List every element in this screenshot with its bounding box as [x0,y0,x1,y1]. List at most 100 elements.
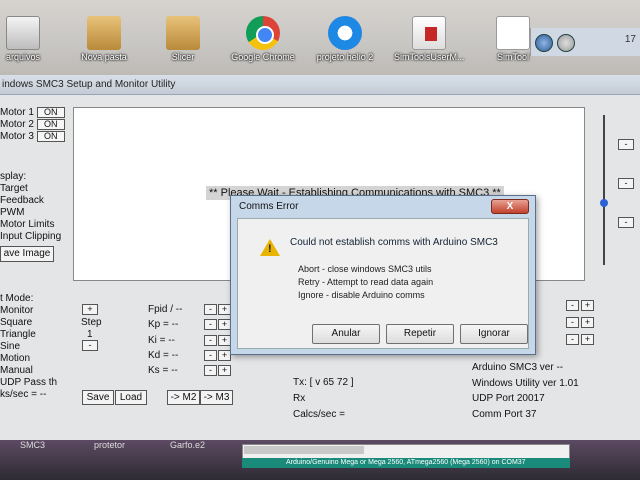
motor-row-3: Motor 3 ON [0,131,65,143]
back-arrow-icon[interactable] [535,34,553,52]
dialog-line-abort: Abort - close windows SMC3 utils [298,264,432,274]
desktop-icon-arquivos[interactable]: arquivos [0,16,58,62]
minus-button-mid[interactable]: - [618,178,634,189]
test-mode-list: t Mode: Monitor Square Triangle Sine Mot… [0,293,57,401]
desktop-icon-label: arquivos [5,52,41,62]
right-plus-button-1[interactable]: + [581,300,594,311]
nav-text: 17 [624,34,636,45]
ki-label: Ki = -- [148,335,175,346]
step-label: Step [81,317,102,328]
mode-manual[interactable]: Manual [0,365,57,377]
ks-plus-button[interactable]: + [218,365,231,376]
dialog-body: ! Could not establish comms with Arduino… [237,218,529,349]
load-button[interactable]: Load [115,390,147,405]
copy-to-m3-button[interactable]: -> M3 [200,390,233,405]
comm-port: Comm Port 37 [472,409,537,420]
desktop: arquivos Nova pasta Slicer Google Chrome… [0,0,640,75]
desktop-icon-label: Nova pasta [81,52,127,62]
bottom-label-smc3[interactable]: SMC3 [20,440,45,450]
right-plus-button-3[interactable]: + [581,334,594,345]
ignore-button[interactable]: Ignorar [460,324,528,344]
mode-udp[interactable]: UDP Pass th [0,377,57,389]
desktop-icon-nova-pasta[interactable]: Nova pasta [69,16,139,62]
pdf-icon [412,16,446,50]
forward-arrow-icon[interactable] [557,34,575,52]
desktop-icon-slicer[interactable]: Slicer [148,16,218,62]
display-options: splay: Target Feedback PWM Motor Limits … [0,171,61,243]
warning-exclamation-icon: ! [268,243,272,255]
right-minus-button-2[interactable]: - [566,317,579,328]
bottom-label-garfo[interactable]: Garfo.e2 [170,440,205,450]
mode-square[interactable]: Square [0,317,57,329]
save-image-button[interactable]: ave Image [0,246,54,262]
motor-2-toggle[interactable]: ON [36,119,65,130]
folder-icon [6,16,40,50]
abort-button[interactable]: Anular [312,324,380,344]
console-scrollbar[interactable] [244,446,364,454]
right-minus-button-3[interactable]: - [566,334,579,345]
right-minus-button-1[interactable]: - [566,300,579,311]
ks-label: Ks = -- [148,365,178,376]
desktop-icon-projeto[interactable]: projeto helio 2 [310,16,380,62]
udp-port: UDP Port 20017 [472,393,545,404]
motor-1-toggle[interactable]: ON [36,107,65,118]
minus-button-low[interactable]: - [618,217,634,228]
rx-readout: Rx [293,393,306,404]
option-feedback[interactable]: Feedback [0,195,61,207]
dialog-line-retry: Retry - Attempt to read data again [298,277,434,287]
fpid-label: Fpid / -- [148,304,183,315]
kd-minus-button[interactable]: - [204,350,217,361]
mode-sine[interactable]: Sine [0,341,57,353]
dialog-close-button[interactable]: X [491,199,529,214]
folder-icon [87,16,121,50]
kp-minus-button[interactable]: - [204,319,217,330]
desktop-icon-label: Slicer [171,52,195,62]
step-plus-button[interactable]: + [82,304,98,315]
kms-readout: ks/sec = -- [0,389,47,400]
motor-label: Motor 1 [0,107,34,118]
right-plus-button-2[interactable]: + [581,317,594,328]
mode-motion[interactable]: Motion [0,353,57,365]
ks-minus-button[interactable]: - [204,365,217,376]
fpid-minus-button[interactable]: - [204,304,217,315]
motor-row-2: Motor 2 ON [0,119,65,131]
explorer-nav-bar: 17 [530,28,640,56]
desktop-icon-label: Google Chrome [231,52,295,62]
chrome-icon [246,16,280,50]
option-pwm[interactable]: PWM [0,207,61,219]
comms-error-dialog: Comms Error X ! Could not establish comm… [230,195,536,355]
motor-3-toggle[interactable]: ON [36,131,65,142]
copy-to-m2-button[interactable]: -> M2 [167,390,200,405]
desktop-icon-label: projeto helio 2 [316,52,374,62]
vertical-slider-knob[interactable] [600,199,608,207]
desktop-icon-chrome[interactable]: Google Chrome [228,16,298,62]
arduino-version: Arduino SMC3 ver -- [472,362,564,373]
save-button[interactable]: Save [82,390,114,405]
option-target[interactable]: Target [0,183,61,195]
option-input-clipping[interactable]: Input Clipping [0,231,61,243]
kp-label: Kp = -- [148,319,179,330]
option-motor-limits[interactable]: Motor Limits [0,219,61,231]
mode-triangle[interactable]: Triangle [0,329,57,341]
arduino-board-status: Arduino/Genuino Mega or Mega 2560, ATmeg… [242,458,570,468]
motor-label: Motor 3 [0,131,34,142]
motor-label: Motor 2 [0,119,34,130]
simtools-icon [496,16,530,50]
minus-button-top[interactable]: - [618,139,634,150]
kd-label: Kd = -- [148,350,179,361]
test-mode-heading: t Mode: [0,293,34,304]
calcs-readout: Calcs/sec = [293,409,345,420]
desktop-icon-label: SimToolsUserM... [394,52,465,62]
mode-monitor[interactable]: Monitor [0,305,57,317]
folder-icon [166,16,200,50]
internet-explorer-icon [328,16,362,50]
vertical-slider-track[interactable] [603,115,605,265]
ki-minus-button[interactable]: - [204,335,217,346]
dialog-line-ignore: Ignore - disable Arduino comms [298,290,425,300]
bottom-label-protetor[interactable]: protetor [94,440,125,450]
desktop-icon-simtools-manual[interactable]: SimToolsUserM... [394,16,465,62]
step-minus-button[interactable]: - [82,340,98,351]
desktop-icon-label: SimTool [496,52,529,62]
windows-utility-version: Windows Utility ver 1.01 [472,378,579,389]
retry-button[interactable]: Repetir [386,324,454,344]
